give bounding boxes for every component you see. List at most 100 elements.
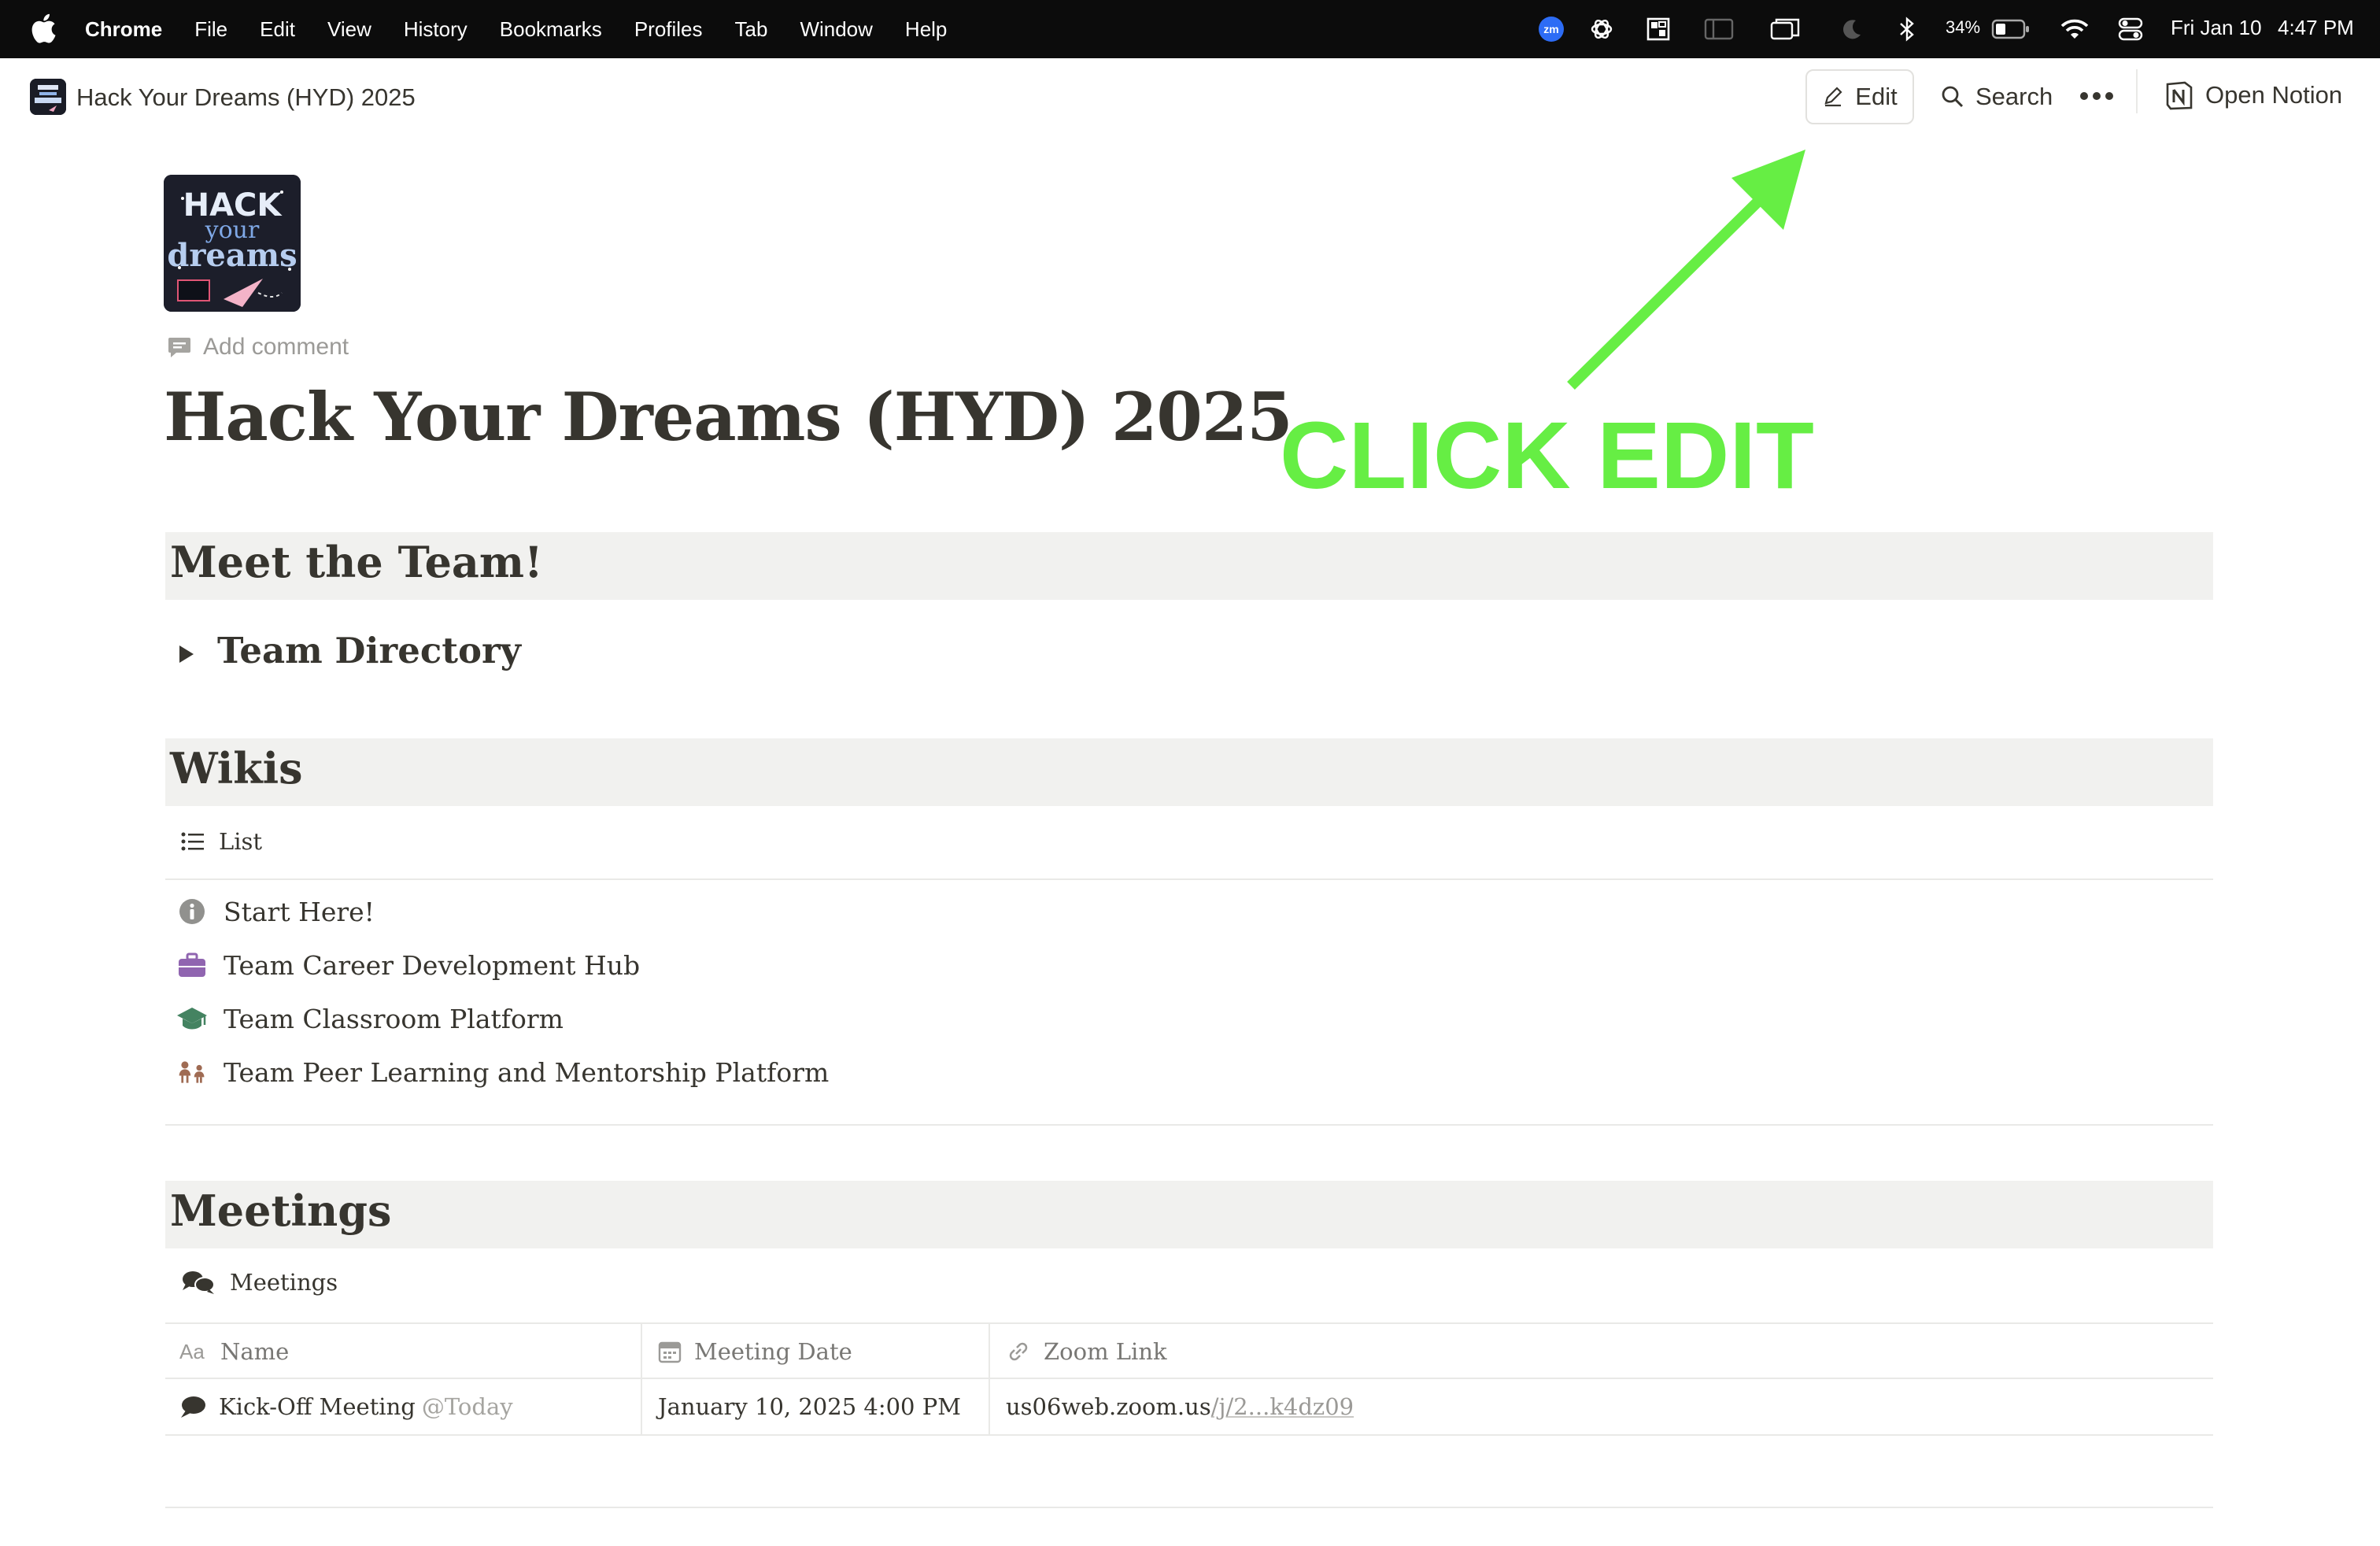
heading-meetings-text: Meetings bbox=[170, 1185, 392, 1236]
svg-text:dreams: dreams bbox=[167, 237, 297, 274]
list-item-label: Start Here! bbox=[224, 896, 375, 927]
calendar-icon bbox=[658, 1341, 682, 1363]
annotation-arrow-icon bbox=[1567, 150, 1805, 390]
info-icon bbox=[176, 896, 208, 927]
zoom-link-domain[interactable]: us06web.zoom.us bbox=[1006, 1393, 1211, 1420]
notion-logo-icon bbox=[2166, 81, 2193, 110]
control-center-icon[interactable] bbox=[2117, 16, 2144, 43]
column-separator bbox=[989, 1324, 990, 1379]
speech-bubble-icon bbox=[181, 1396, 205, 1418]
screen-mirror-icon[interactable] bbox=[1769, 16, 1801, 43]
column-header-name-label: Name bbox=[220, 1338, 290, 1365]
menu-history[interactable]: History bbox=[404, 17, 468, 42]
date-mention[interactable]: @Today bbox=[422, 1393, 513, 1420]
topbar-divider bbox=[2136, 69, 2138, 113]
table-row[interactable]: Kick-Off Meeting @Today January 10, 2025… bbox=[165, 1379, 2213, 1436]
battery-icon[interactable] bbox=[1991, 16, 2031, 43]
list-item[interactable]: Team Career Development Hub bbox=[176, 949, 640, 981]
zoom-icon[interactable]: zm bbox=[1539, 16, 1564, 43]
toggle-team-directory-label: Team Directory bbox=[217, 630, 521, 671]
moon-icon[interactable] bbox=[1839, 16, 1865, 43]
list-icon bbox=[181, 832, 204, 851]
pencil-icon bbox=[1824, 87, 1842, 107]
list-item-label: Team Career Development Hub bbox=[224, 949, 641, 981]
edit-button[interactable]: Edit bbox=[1805, 69, 1914, 124]
heading-meetings: Meetings bbox=[165, 1181, 2213, 1248]
page-icon[interactable]: HACK your dreams bbox=[164, 175, 301, 312]
chatgpt-icon[interactable] bbox=[1588, 16, 1615, 43]
wikis-view-tab-list[interactable]: List bbox=[181, 828, 262, 855]
apple-icon[interactable] bbox=[30, 13, 57, 44]
add-comment-label: Add comment bbox=[203, 334, 349, 360]
meetings-table-header: Aa Name Meeting Date Zoom Link bbox=[165, 1322, 2213, 1379]
list-item-label: Team Classroom Platform bbox=[224, 1003, 564, 1034]
list-item[interactable]: Team Peer Learning and Mentorship Platfo… bbox=[176, 1056, 829, 1088]
page-bottom-divider bbox=[165, 1507, 2213, 1508]
speech-bubbles-icon bbox=[183, 1271, 215, 1294]
briefcase-icon bbox=[176, 949, 208, 981]
graduation-cap-icon bbox=[176, 1003, 208, 1034]
heading-wikis: Wikis bbox=[165, 738, 2213, 806]
edit-button-label: Edit bbox=[1855, 83, 1898, 110]
svg-text:Aa: Aa bbox=[179, 1342, 205, 1361]
column-separator bbox=[641, 1324, 642, 1379]
battery-percent: 34% bbox=[1946, 17, 1981, 37]
meeting-name[interactable]: Kick-Off Meeting bbox=[219, 1393, 416, 1420]
column-header-name[interactable]: Aa Name bbox=[179, 1324, 289, 1379]
open-notion-label: Open Notion bbox=[2205, 81, 2343, 109]
heading-meet-the-team-text: Meet the Team! bbox=[170, 537, 543, 587]
menu-profiles[interactable]: Profiles bbox=[634, 17, 703, 42]
list-item[interactable]: Start Here! bbox=[176, 896, 375, 927]
cell-zoom-link[interactable]: us06web.zoom.us/j/2...k4dz09 bbox=[1006, 1379, 1354, 1434]
meetings-view-tab[interactable]: Meetings bbox=[181, 1269, 338, 1296]
breadcrumb-page-icon[interactable] bbox=[30, 79, 66, 115]
toggle-triangle-icon[interactable] bbox=[179, 645, 194, 663]
open-notion-button[interactable]: Open Notion bbox=[2164, 76, 2342, 115]
page-title: Hack Your Dreams (HYD) 2025 bbox=[164, 378, 1293, 456]
menubar-date[interactable]: Fri Jan 10 bbox=[2171, 16, 2262, 40]
meetings-view-tab-label: Meetings bbox=[230, 1269, 338, 1296]
search-button[interactable]: Search bbox=[1941, 77, 2053, 117]
bluetooth-icon[interactable] bbox=[1895, 16, 1919, 43]
column-header-meeting-date[interactable]: Meeting Date bbox=[658, 1324, 852, 1379]
menu-view[interactable]: View bbox=[327, 17, 371, 42]
toggle-team-directory[interactable]: Team Directory bbox=[179, 630, 521, 671]
column-header-zoom-link-label: Zoom Link bbox=[1044, 1338, 1167, 1365]
cell-name[interactable]: Kick-Off Meeting @Today bbox=[179, 1379, 513, 1434]
breadcrumb-title[interactable]: Hack Your Dreams (HYD) 2025 bbox=[76, 83, 416, 112]
menu-bookmarks[interactable]: Bookmarks bbox=[500, 17, 602, 42]
add-comment-button[interactable]: Add comment bbox=[167, 334, 349, 361]
link-icon bbox=[1009, 1342, 1028, 1361]
menubar-time[interactable]: 4:47 PM bbox=[2278, 16, 2354, 40]
menu-edit[interactable]: Edit bbox=[260, 17, 295, 42]
window-layout-icon[interactable] bbox=[1645, 16, 1672, 43]
wifi-icon[interactable] bbox=[2059, 16, 2090, 43]
menu-help[interactable]: Help bbox=[905, 17, 947, 42]
column-header-meeting-date-label: Meeting Date bbox=[694, 1338, 852, 1365]
list-item[interactable]: Team Classroom Platform bbox=[176, 1003, 564, 1034]
annotation-click-edit: CLICK EDIT bbox=[1280, 401, 1814, 509]
macos-menu-bar: Chrome File Edit View History Bookmarks … bbox=[0, 0, 2380, 58]
column-header-zoom-link[interactable]: Zoom Link bbox=[1006, 1324, 1167, 1379]
column-separator bbox=[641, 1379, 642, 1434]
more-options-button[interactable] bbox=[2075, 79, 2119, 113]
menu-tab[interactable]: Tab bbox=[735, 17, 768, 42]
heading-meet-the-team: Meet the Team! bbox=[165, 532, 2213, 600]
column-separator bbox=[989, 1379, 990, 1434]
ellipsis-icon bbox=[2080, 92, 2113, 100]
wikis-view-tab-label: List bbox=[219, 828, 263, 855]
search-button-label: Search bbox=[1975, 83, 2053, 110]
notion-top-bar: Hack Your Dreams (HYD) 2025 Edit Search … bbox=[0, 58, 2380, 134]
menu-app-chrome[interactable]: Chrome bbox=[85, 17, 162, 42]
cell-meeting-date[interactable]: January 10, 2025 4:00 PM bbox=[658, 1379, 961, 1434]
menu-window[interactable]: Window bbox=[800, 17, 872, 42]
wikis-list-bottom-divider bbox=[165, 1124, 2213, 1126]
menu-file[interactable]: File bbox=[194, 17, 227, 42]
list-item-label: Team Peer Learning and Mentorship Platfo… bbox=[224, 1056, 830, 1088]
wikis-view-divider bbox=[165, 878, 2213, 880]
heading-wikis-text: Wikis bbox=[170, 743, 303, 793]
zoom-link-path[interactable]: /j/2...k4dz09 bbox=[1211, 1393, 1354, 1420]
meeting-date: January 10, 2025 4:00 PM bbox=[658, 1393, 961, 1420]
sidebar-icon[interactable] bbox=[1703, 16, 1735, 43]
comment-icon bbox=[168, 338, 190, 357]
